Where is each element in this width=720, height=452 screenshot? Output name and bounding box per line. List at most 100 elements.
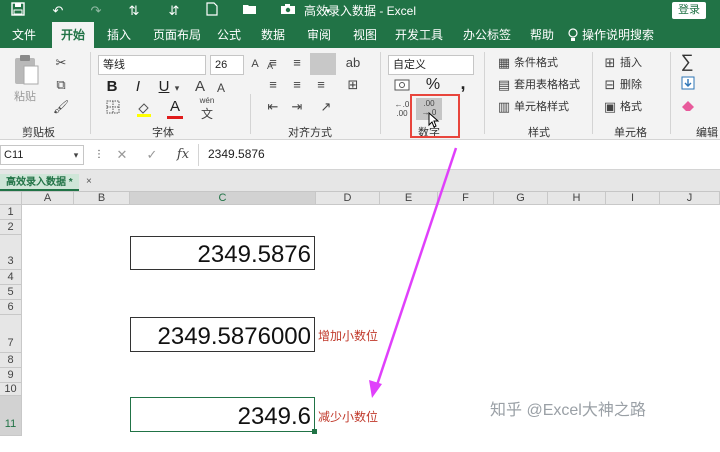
currency-icon[interactable] <box>392 78 412 97</box>
cut-icon[interactable]: ✂ <box>52 54 70 72</box>
sheet-tab[interactable]: 高效录入数据 * <box>0 174 79 191</box>
column-header[interactable]: A <box>22 192 74 205</box>
tab-file[interactable]: 文件 <box>4 22 44 48</box>
align-right-icon[interactable]: ≡ <box>312 76 330 94</box>
increase-font-icon[interactable]: A <box>248 55 262 73</box>
chevron-down-icon[interactable]: ▾ <box>70 146 82 164</box>
increase-decimal-top[interactable]: ←.0 <box>392 100 412 109</box>
fill-handle[interactable] <box>312 429 317 434</box>
align-top-icon[interactable]: ≡ <box>264 54 282 72</box>
cell-style-button[interactable]: 单元格样式 <box>514 98 569 116</box>
underline-button[interactable]: U <box>156 78 172 96</box>
insert-function-icon[interactable]: fx <box>174 146 192 164</box>
tab-view[interactable]: 视图 <box>346 22 384 48</box>
row-header[interactable]: 10 <box>0 383 22 396</box>
align-center-icon[interactable]: ≡ <box>288 76 306 94</box>
insert-cells-icon[interactable]: ⊞ <box>602 54 618 72</box>
row-header[interactable]: 1 <box>0 205 22 220</box>
italic-button[interactable]: I <box>130 78 146 96</box>
row-header[interactable]: 8 <box>0 353 22 368</box>
phonetic-guide-icon[interactable]: 文 <box>198 105 216 123</box>
tab-home[interactable]: 开始 <box>52 22 94 48</box>
conditional-format-icon[interactable]: ▦ <box>496 54 512 72</box>
decrease-font-icon[interactable]: A <box>214 79 228 97</box>
tab-insert[interactable]: 插入 <box>100 22 138 48</box>
formula-bar-grip-icon: ⋮ <box>94 149 104 160</box>
tab-review[interactable]: 审阅 <box>300 22 338 48</box>
align-middle-icon[interactable]: ≡ <box>288 54 306 72</box>
font-color-icon[interactable]: A <box>166 98 184 116</box>
close-icon[interactable]: × <box>86 176 92 187</box>
format-cells-icon[interactable]: ▣ <box>602 98 618 116</box>
column-header[interactable]: F <box>438 192 494 205</box>
row-header[interactable]: 9 <box>0 368 22 383</box>
percent-icon[interactable]: % <box>424 76 442 94</box>
row-header[interactable]: 7 <box>0 315 22 353</box>
autosum-icon[interactable]: ∑ <box>678 52 696 70</box>
table-format-icon[interactable]: ▤ <box>496 76 512 94</box>
column-header[interactable]: D <box>316 192 380 205</box>
increase-indent-icon[interactable]: ⇥ <box>288 98 306 116</box>
tell-me-search[interactable]: 操作说明搜索 <box>582 22 662 48</box>
cancel-icon[interactable]: ✕ <box>114 146 130 164</box>
column-header[interactable]: H <box>548 192 606 205</box>
fill-color-icon[interactable] <box>134 100 154 123</box>
phonetic-wen-icon[interactable]: wén <box>198 96 216 105</box>
tab-office-tabs[interactable]: 办公标签 <box>456 22 518 48</box>
merge-cells-icon[interactable]: ⊞ <box>344 76 362 94</box>
align-left-icon[interactable]: ≡ <box>264 76 282 94</box>
enter-icon[interactable]: ✓ <box>144 146 160 164</box>
orientation-icon[interactable]: ↗ <box>316 98 336 116</box>
format-cells-button[interactable]: 格式 <box>620 98 642 116</box>
wrap-text-icon[interactable]: ab <box>344 54 362 72</box>
chevron-down-icon[interactable]: ▾ <box>172 79 182 97</box>
clear-icon[interactable] <box>680 98 696 116</box>
separator <box>592 52 593 134</box>
row-header[interactable]: 3 <box>0 235 22 270</box>
column-header[interactable]: B <box>74 192 130 205</box>
row-header[interactable]: 5 <box>0 285 22 300</box>
lightbulb-icon <box>566 22 580 48</box>
tab-developer[interactable]: 开发工具 <box>390 22 448 48</box>
row-header[interactable]: 4 <box>0 270 22 285</box>
column-header[interactable]: C <box>130 192 316 205</box>
conditional-format-button[interactable]: 条件格式 <box>514 54 558 72</box>
decrease-indent-icon[interactable]: ⇤ <box>264 98 282 116</box>
tab-data[interactable]: 数据 <box>254 22 292 48</box>
font-name-select[interactable]: 等线 <box>98 55 206 75</box>
fill-icon[interactable] <box>680 76 696 95</box>
insert-cells-button[interactable]: 插入 <box>620 54 642 72</box>
tab-page-layout[interactable]: 页面布局 <box>146 22 208 48</box>
tab-help[interactable]: 帮助 <box>524 22 560 48</box>
cell-c7[interactable]: 2349.5876000 <box>130 317 315 352</box>
column-header[interactable]: I <box>606 192 660 205</box>
formula-input[interactable]: 2349.5876 <box>208 147 265 161</box>
paste-button[interactable]: 粘贴 <box>14 88 36 106</box>
column-header[interactable]: J <box>660 192 720 205</box>
column-header[interactable]: G <box>494 192 548 205</box>
row-header[interactable]: 2 <box>0 220 22 235</box>
number-format-select[interactable]: 自定义 <box>388 55 474 75</box>
increase-font-icon[interactable]: A <box>192 78 208 96</box>
delete-cells-button[interactable]: 删除 <box>620 76 642 94</box>
delete-cells-icon[interactable]: ⊟ <box>602 76 618 94</box>
cell-c3[interactable]: 2349.5876 <box>130 236 315 270</box>
column-header[interactable]: E <box>380 192 438 205</box>
bold-button[interactable]: B <box>104 78 120 96</box>
row-header[interactable]: 6 <box>0 300 22 315</box>
tab-formulas[interactable]: 公式 <box>210 22 248 48</box>
copy-icon[interactable]: ⧉ <box>52 76 70 94</box>
align-bottom-icon[interactable] <box>310 53 336 75</box>
borders-icon[interactable] <box>104 100 122 119</box>
format-painter-icon[interactable]: 🖌 <box>52 98 70 116</box>
login-button[interactable]: 登录 <box>672 2 706 19</box>
cell-c11[interactable]: 2349.6 <box>130 397 315 432</box>
select-all-corner[interactable] <box>0 192 22 205</box>
comma-style-icon[interactable]: , <box>456 74 470 92</box>
increase-decimal-bottom[interactable]: .00 <box>392 109 412 118</box>
cell-style-icon[interactable]: ▥ <box>496 98 512 116</box>
row-header[interactable]: 11 <box>0 396 22 436</box>
table-format-button[interactable]: 套用表格格式 <box>514 76 580 94</box>
paste-icon[interactable] <box>12 54 40 86</box>
font-size-select[interactable]: 26 <box>210 55 244 75</box>
